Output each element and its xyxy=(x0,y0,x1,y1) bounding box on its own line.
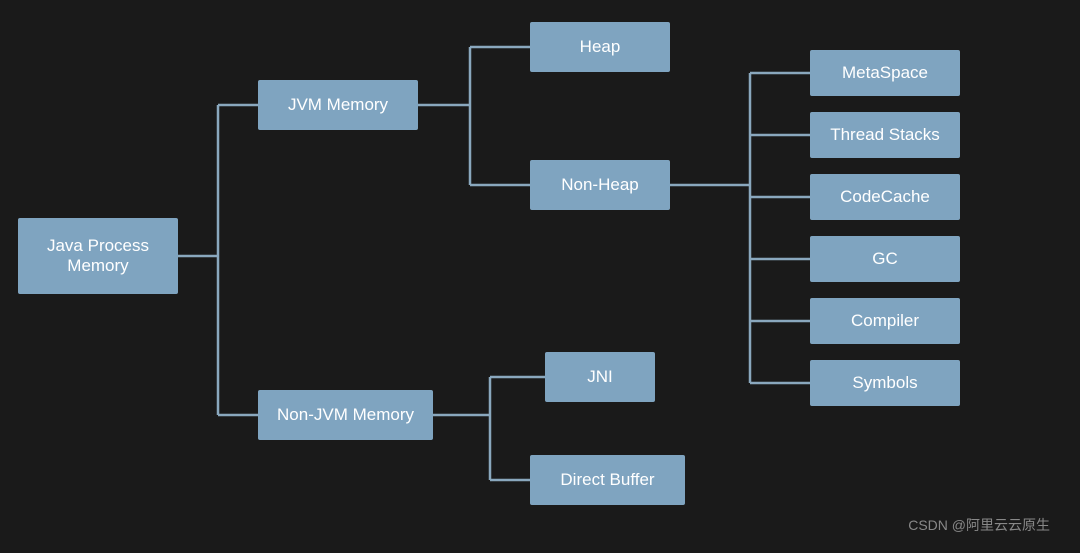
non-heap-node: Non-Heap xyxy=(530,160,670,210)
heap-node: Heap xyxy=(530,22,670,72)
jni-node: JNI xyxy=(545,352,655,402)
watermark: CSDN @阿里云云原生 xyxy=(908,515,1050,535)
jvm-memory-node: JVM Memory xyxy=(258,80,418,130)
non-jvm-memory-node: Non-JVM Memory xyxy=(258,390,433,440)
diagram: Java Process Memory JVM Memory Non-JVM M… xyxy=(0,0,1080,553)
thread-stacks-node: Thread Stacks xyxy=(810,112,960,158)
compiler-node: Compiler xyxy=(810,298,960,344)
symbols-node: Symbols xyxy=(810,360,960,406)
gc-node: GC xyxy=(810,236,960,282)
java-process-memory-node: Java Process Memory xyxy=(18,218,178,294)
code-cache-node: CodeCache xyxy=(810,174,960,220)
metaspace-node: MetaSpace xyxy=(810,50,960,96)
direct-buffer-node: Direct Buffer xyxy=(530,455,685,505)
